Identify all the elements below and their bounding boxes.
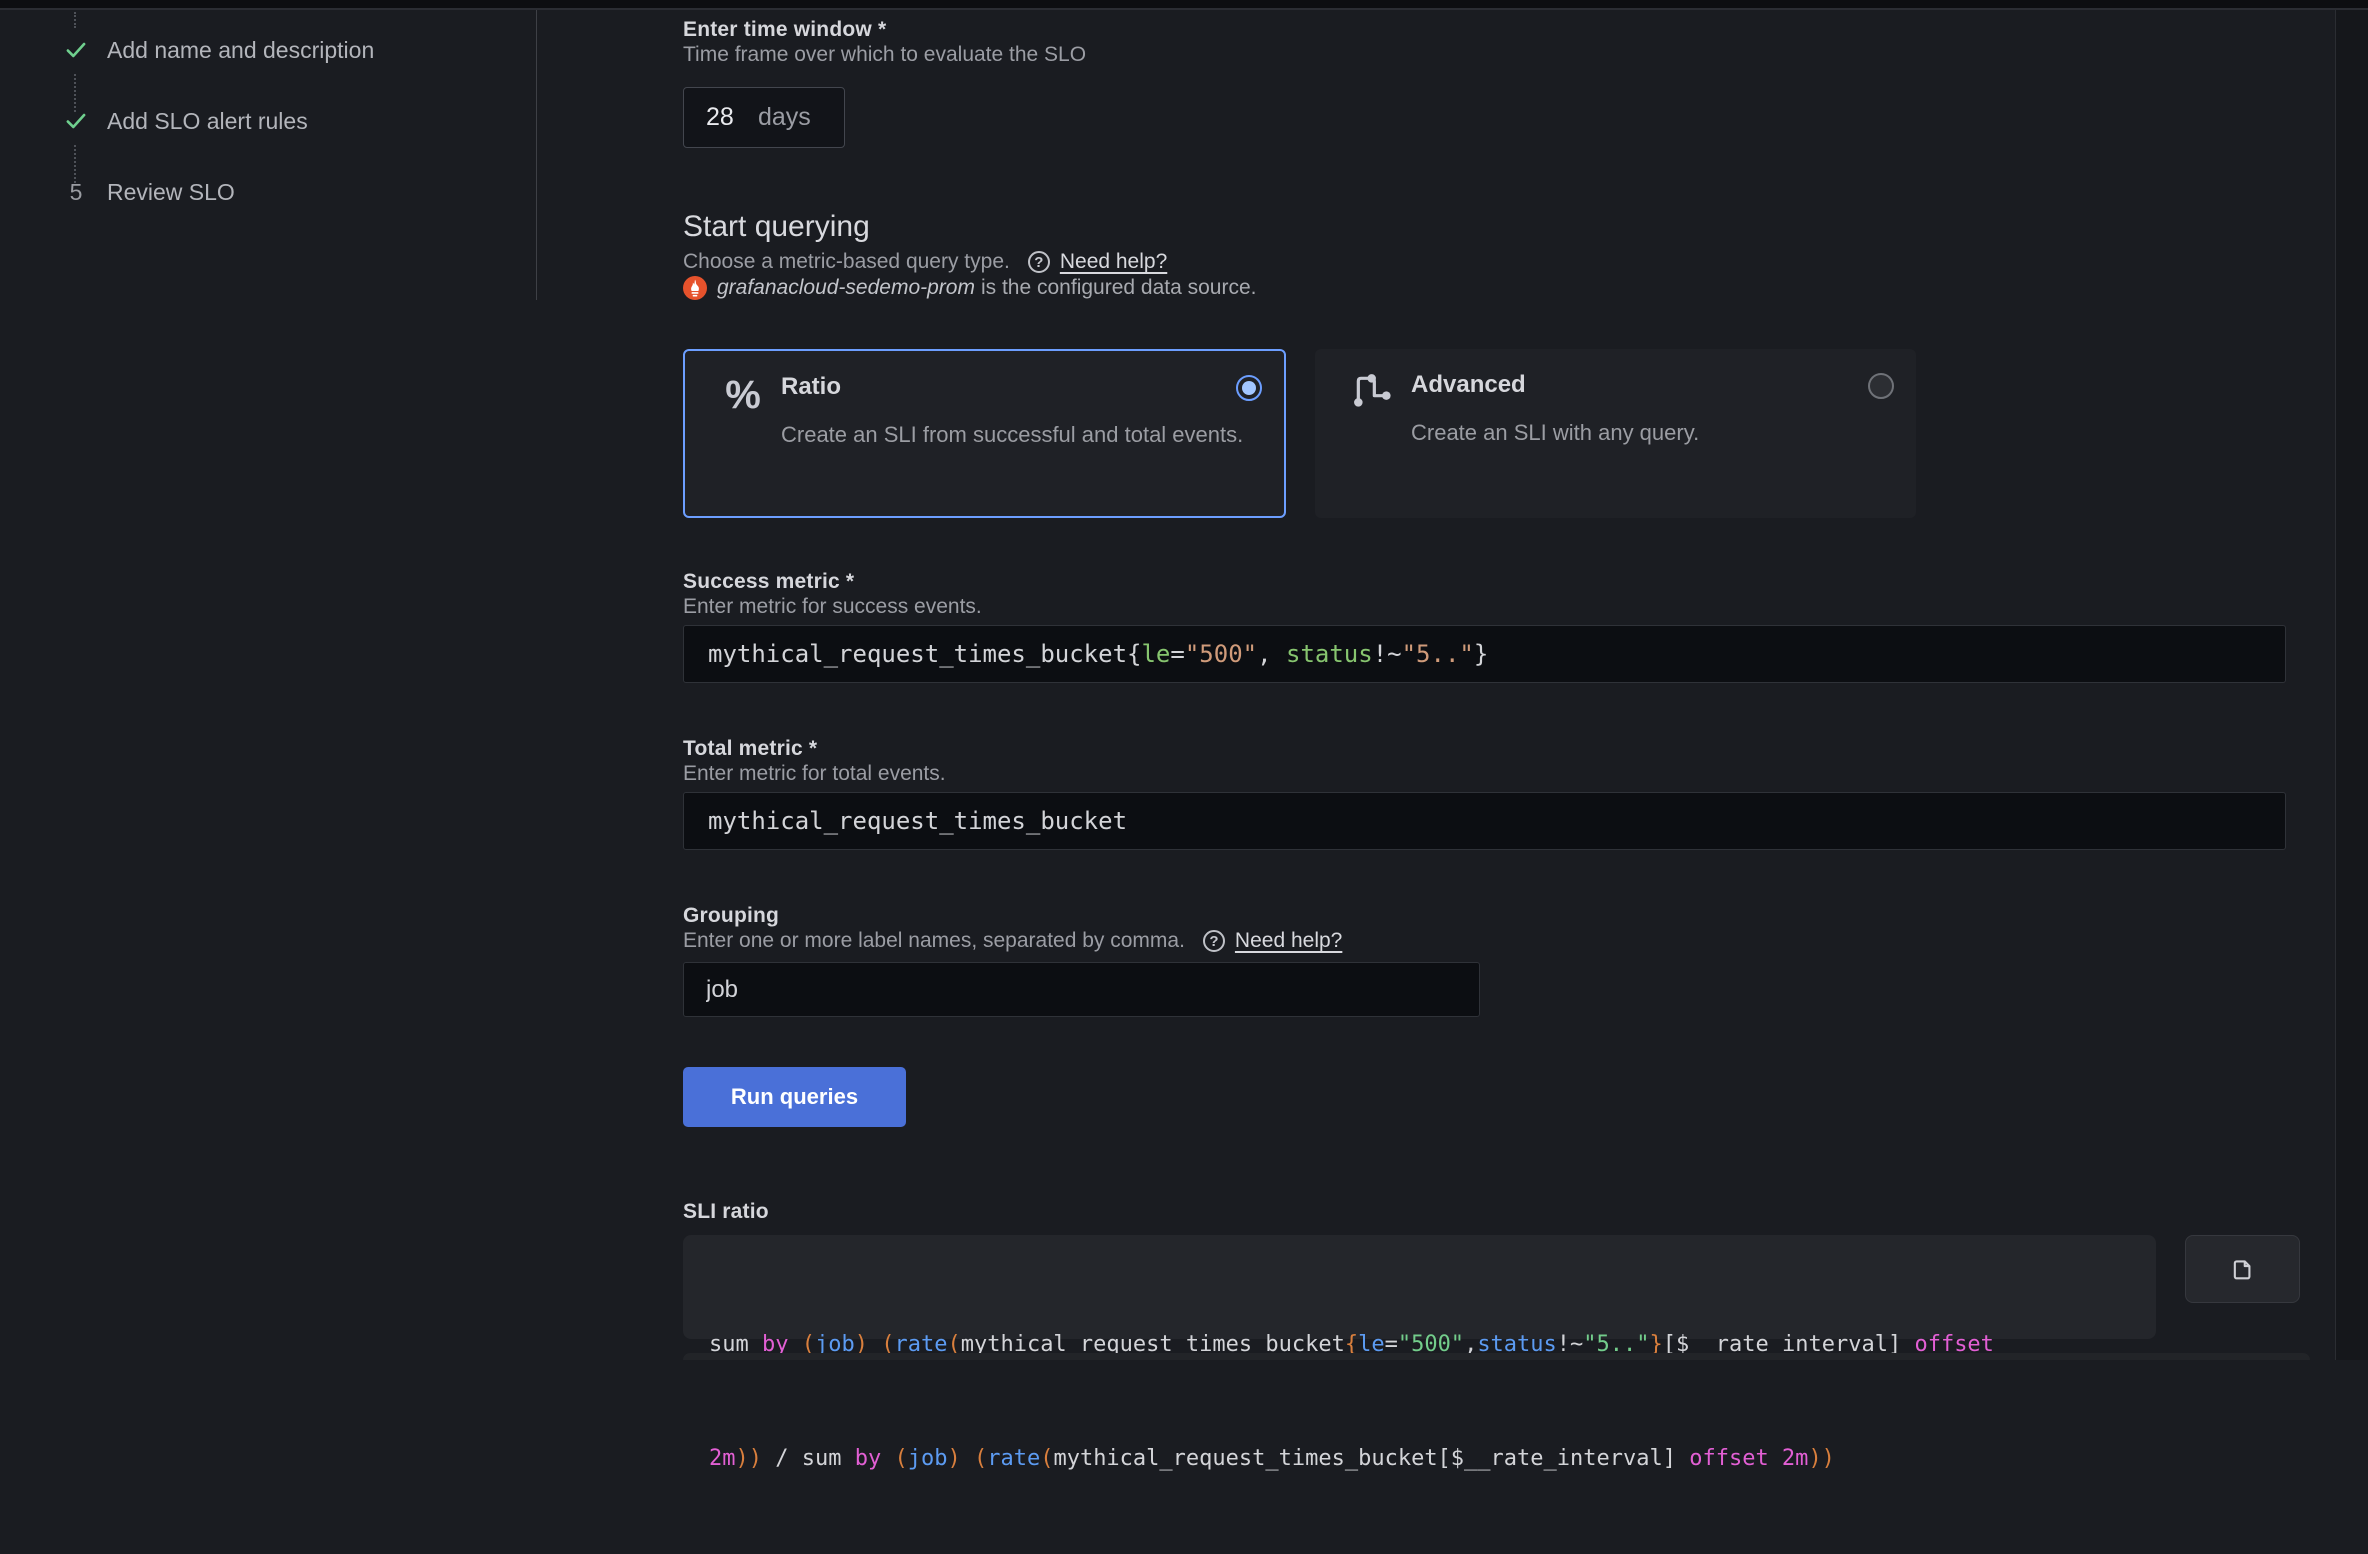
grouping-description: Enter one or more label names, separated… — [683, 929, 1185, 953]
stepper-item-label: Review SLO — [107, 179, 235, 206]
total-metric-input[interactable]: mythical_request_times_bucket — [683, 792, 2286, 850]
check-icon — [62, 107, 90, 135]
datasource-name: grafanacloud-sedemo-prom — [717, 276, 975, 300]
total-metric-description: Enter metric for total events. — [683, 762, 946, 786]
time-window-input-group: days — [683, 87, 845, 148]
help-circle-icon[interactable]: ? — [1203, 930, 1225, 952]
card-description: Create an SLI with any query. — [1411, 415, 1891, 451]
stepper-connector — [74, 12, 76, 28]
percent-icon: % — [715, 375, 771, 415]
card-title: Advanced — [1411, 371, 1526, 399]
grouping-description-row: Enter one or more label names, separated… — [683, 929, 1342, 953]
run-queries-button[interactable]: Run queries — [683, 1067, 906, 1127]
advanced-radio-unselected[interactable] — [1868, 373, 1894, 399]
query-type-subtitle-row: Choose a metric-based query type. ? Need… — [683, 250, 1167, 274]
query-type-subtitle: Choose a metric-based query type. — [683, 250, 1010, 274]
slo-wizard-stepper: Add name and description Add SLO alert r… — [0, 10, 537, 300]
check-icon — [62, 36, 90, 64]
time-window-unit-label: days — [758, 103, 811, 132]
right-scroll-gutter — [2335, 10, 2368, 1360]
card-description: Create an SLI from successful and total … — [781, 417, 1261, 453]
copy-button[interactable] — [2185, 1235, 2300, 1303]
time-window-value-input[interactable] — [706, 103, 758, 132]
card-title: Ratio — [781, 373, 841, 401]
time-window-description: Time frame over which to evaluate the SL… — [683, 43, 1086, 67]
stepper-item-alert-rules[interactable]: Add SLO alert rules — [62, 107, 308, 135]
success-metric-description: Enter metric for success events. — [683, 595, 982, 619]
stepper-item-review-slo[interactable]: 5 Review SLO — [62, 178, 235, 206]
datasource-suffix: is the configured data source. — [981, 276, 1257, 300]
prometheus-icon — [683, 276, 707, 300]
query-type-card-ratio[interactable]: % Ratio Create an SLI from successful an… — [683, 349, 1286, 518]
query-type-card-advanced[interactable]: Advanced Create an SLI with any query. — [1315, 349, 1916, 518]
step-line-chart-icon — [1345, 369, 1401, 414]
need-help-link[interactable]: Need help? — [1060, 250, 1167, 274]
datasource-row: grafanacloud-sedemo-prom is the configur… — [683, 276, 1256, 300]
start-querying-heading: Start querying — [683, 210, 870, 244]
help-circle-icon[interactable]: ? — [1028, 251, 1050, 273]
ratio-radio-selected[interactable] — [1236, 375, 1262, 401]
step-number: 5 — [62, 178, 90, 206]
sli-ratio-code-line-2: 2m)) / sum by (job) (rate(mythical_reque… — [709, 1440, 2130, 1478]
sli-ratio-label: SLI ratio — [683, 1200, 769, 1224]
grouping-label: Grouping — [683, 904, 779, 928]
grouping-input[interactable] — [683, 962, 1480, 1017]
success-metric-input[interactable]: mythical_request_times_bucket{le="500", … — [683, 625, 2286, 683]
success-metric-label: Success metric * — [683, 570, 854, 594]
query-type-cards: % Ratio Create an SLI from successful an… — [683, 349, 2303, 518]
stepper-item-label: Add SLO alert rules — [107, 108, 308, 135]
sli-ratio-code-block: sum by (job) (rate(mythical_request_time… — [683, 1235, 2156, 1339]
copy-icon — [2229, 1255, 2257, 1283]
grouping-need-help-link[interactable]: Need help? — [1235, 929, 1342, 953]
time-window-label: Enter time window * — [683, 18, 886, 42]
top-edge-strip — [0, 0, 2368, 10]
stepper-item-label: Add name and description — [107, 37, 374, 64]
stepper-item-add-name[interactable]: Add name and description — [62, 36, 374, 64]
next-section-partial-block — [683, 1353, 2310, 1360]
total-metric-label: Total metric * — [683, 737, 817, 761]
